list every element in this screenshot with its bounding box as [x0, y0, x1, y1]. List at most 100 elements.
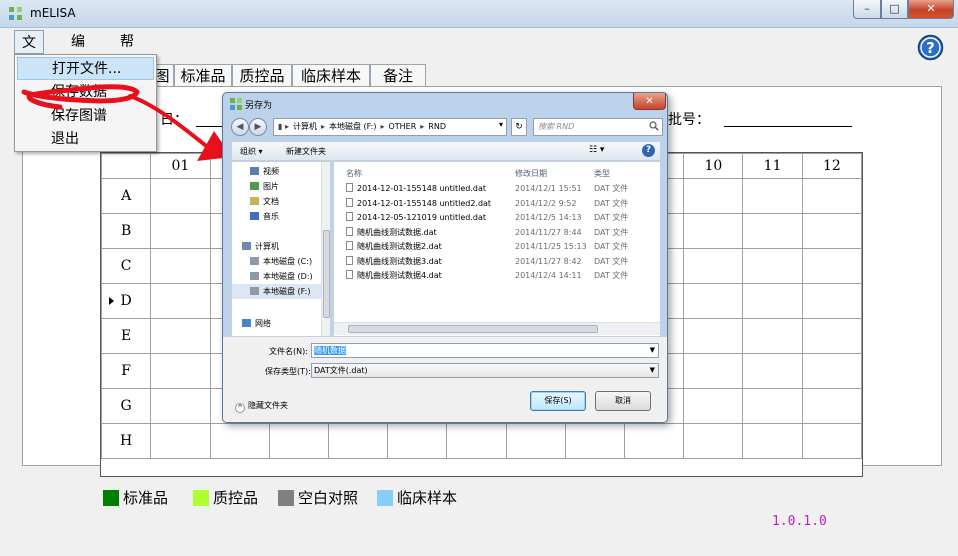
plate-cell[interactable]	[801, 248, 863, 284]
breadcrumb-computer[interactable]: 计算机	[293, 122, 317, 131]
refresh-icon[interactable]: ↻	[511, 118, 527, 136]
tab-quality-control[interactable]: 质控品	[232, 64, 292, 87]
menu-item-open-file[interactable]: 打开文件...	[17, 57, 154, 80]
plate-cell[interactable]	[564, 423, 626, 459]
menu-item-save-map[interactable]: 保存图谱	[17, 105, 154, 128]
new-folder-button[interactable]: 新建文件夹	[286, 146, 326, 157]
plate-cell[interactable]	[624, 423, 685, 459]
file-row[interactable]: 随机曲线测试数据3.dat 2014/11/27 8:42 DAT 文件	[334, 255, 660, 269]
file-row[interactable]: 随机曲线测试数据4.dat 2014/12/4 14:11 DAT 文件	[334, 269, 660, 283]
plate-cell[interactable]	[683, 353, 744, 389]
back-button[interactable]: ◀	[231, 118, 249, 136]
address-bar[interactable]: ▮ ▸ 计算机 ▸ 本地磁盘 (F:) ▸ OTHER ▸ RND	[273, 118, 507, 136]
cancel-button[interactable]: 取消	[595, 391, 651, 411]
breadcrumb-other[interactable]: OTHER	[388, 122, 416, 131]
row-header[interactable]: F	[100, 353, 152, 389]
file-row[interactable]: 随机曲线测试数据2.dat 2014/11/25 15:13 DAT 文件	[334, 240, 660, 254]
plate-cell[interactable]	[150, 423, 211, 459]
view-options-icon[interactable]: ☷ ▾	[589, 145, 604, 155]
nav-item[interactable]: 视频	[232, 164, 321, 179]
row-header[interactable]: E	[100, 318, 152, 354]
maximize-button[interactable]: □	[881, 0, 908, 19]
tab-clinical-sample[interactable]: 临床样本	[292, 64, 370, 87]
nav-item[interactable]: 计算机	[232, 239, 321, 254]
plate-cell[interactable]	[683, 318, 744, 354]
plate-cell[interactable]	[742, 178, 803, 214]
tab-standard[interactable]: 标准品	[174, 64, 232, 87]
filetype-select[interactable]: DAT文件(.dat) ▼	[311, 363, 659, 378]
close-button[interactable]: ✕	[908, 0, 954, 19]
plate-cell[interactable]	[150, 213, 211, 249]
filename-input[interactable]: 随机数据 ▼	[311, 343, 659, 358]
row-header[interactable]: B	[100, 213, 152, 249]
breadcrumb-drive-f[interactable]: 本地磁盘 (F:)	[329, 122, 376, 131]
horizontal-scrollbar[interactable]	[334, 322, 660, 335]
nav-scrollbar-thumb[interactable]	[323, 230, 330, 318]
column-header-type[interactable]: 类型	[594, 168, 610, 179]
file-row[interactable]: 2014-12-05-121019 untitled.dat 2014/12/5 …	[334, 211, 660, 225]
plate-cell[interactable]	[742, 213, 803, 249]
plate-cell[interactable]	[268, 423, 329, 459]
plate-cell[interactable]	[150, 388, 211, 424]
row-header[interactable]: G	[100, 388, 152, 424]
plate-cell[interactable]	[742, 423, 803, 459]
nav-item[interactable]: 音乐	[232, 209, 321, 224]
plate-cell[interactable]	[801, 283, 863, 319]
nav-item[interactable]: 本地磁盘 (D:)	[232, 269, 321, 284]
plate-cell[interactable]	[801, 178, 863, 214]
plate-cell[interactable]	[446, 423, 507, 459]
column-header-name[interactable]: 名称	[346, 168, 362, 179]
dialog-close-button[interactable]: ✕	[633, 93, 666, 110]
plate-cell[interactable]	[742, 283, 803, 319]
plate-cell[interactable]	[150, 248, 211, 284]
menu-item-save-data[interactable]: 保存数据	[17, 81, 154, 104]
plate-cell[interactable]	[801, 353, 863, 389]
hide-folders-toggle[interactable]: ^ 隐藏文件夹	[235, 400, 288, 413]
help-icon[interactable]: ?	[917, 34, 944, 61]
plate-cell[interactable]	[150, 353, 211, 389]
forward-button[interactable]: ▶	[249, 118, 267, 136]
nav-item[interactable]: 网络	[232, 316, 321, 331]
file-row[interactable]: 2014-12-01-155148 untitled2.dat 2014/12/2…	[334, 197, 660, 211]
chevron-down-icon[interactable]: ▼	[650, 344, 655, 357]
menu-edit[interactable]: 编辑	[64, 30, 92, 74]
plate-cell[interactable]	[387, 423, 448, 459]
nav-item[interactable]: 图片	[232, 179, 321, 194]
save-button[interactable]: 保存(S)	[530, 391, 586, 411]
plate-cell[interactable]	[801, 318, 863, 354]
plate-cell[interactable]	[742, 353, 803, 389]
batch-field[interactable]	[724, 126, 852, 127]
plate-cell[interactable]	[209, 423, 270, 459]
row-header[interactable]: C	[100, 248, 152, 284]
file-row[interactable]: 2014-12-01-155148 untitled.dat 2014/12/1 …	[334, 182, 660, 196]
menu-help[interactable]: 帮助	[113, 30, 141, 74]
row-header[interactable]: D	[100, 283, 152, 319]
plate-cell[interactable]	[327, 423, 389, 459]
column-header-date[interactable]: 修改日期	[515, 168, 547, 179]
plate-cell[interactable]	[683, 283, 744, 319]
dialog-help-icon[interactable]: ?	[642, 144, 655, 157]
plate-cell[interactable]	[801, 213, 863, 249]
plate-cell[interactable]	[505, 423, 566, 459]
plate-cell[interactable]	[683, 213, 744, 249]
nav-item[interactable]: 本地磁盘 (F:)	[232, 284, 321, 299]
plate-cell[interactable]	[150, 283, 211, 319]
organize-button[interactable]: 组织 ▾	[240, 146, 263, 157]
plate-cell[interactable]	[683, 178, 744, 214]
row-header[interactable]: H	[100, 423, 152, 459]
plate-cell[interactable]	[683, 388, 744, 424]
nav-item[interactable]: 文档	[232, 194, 321, 209]
file-row[interactable]: 随机曲线测试数据.dat 2014/11/27 8:44 DAT 文件	[334, 226, 660, 240]
plate-cell[interactable]	[742, 318, 803, 354]
minimize-button[interactable]: –	[853, 0, 881, 19]
nav-item[interactable]: 本地磁盘 (C:)	[232, 254, 321, 269]
plate-cell[interactable]	[801, 423, 863, 459]
horizontal-scrollbar-thumb[interactable]	[348, 325, 598, 333]
tab-notes[interactable]: 备注	[370, 64, 426, 87]
plate-cell[interactable]	[150, 318, 211, 354]
search-input[interactable]: 搜索 RND	[533, 118, 663, 136]
plate-cell[interactable]	[683, 248, 744, 284]
plate-cell[interactable]	[742, 248, 803, 284]
breadcrumb-rnd[interactable]: RND	[428, 122, 446, 131]
address-dropdown-icon[interactable]: ▾	[499, 120, 503, 129]
